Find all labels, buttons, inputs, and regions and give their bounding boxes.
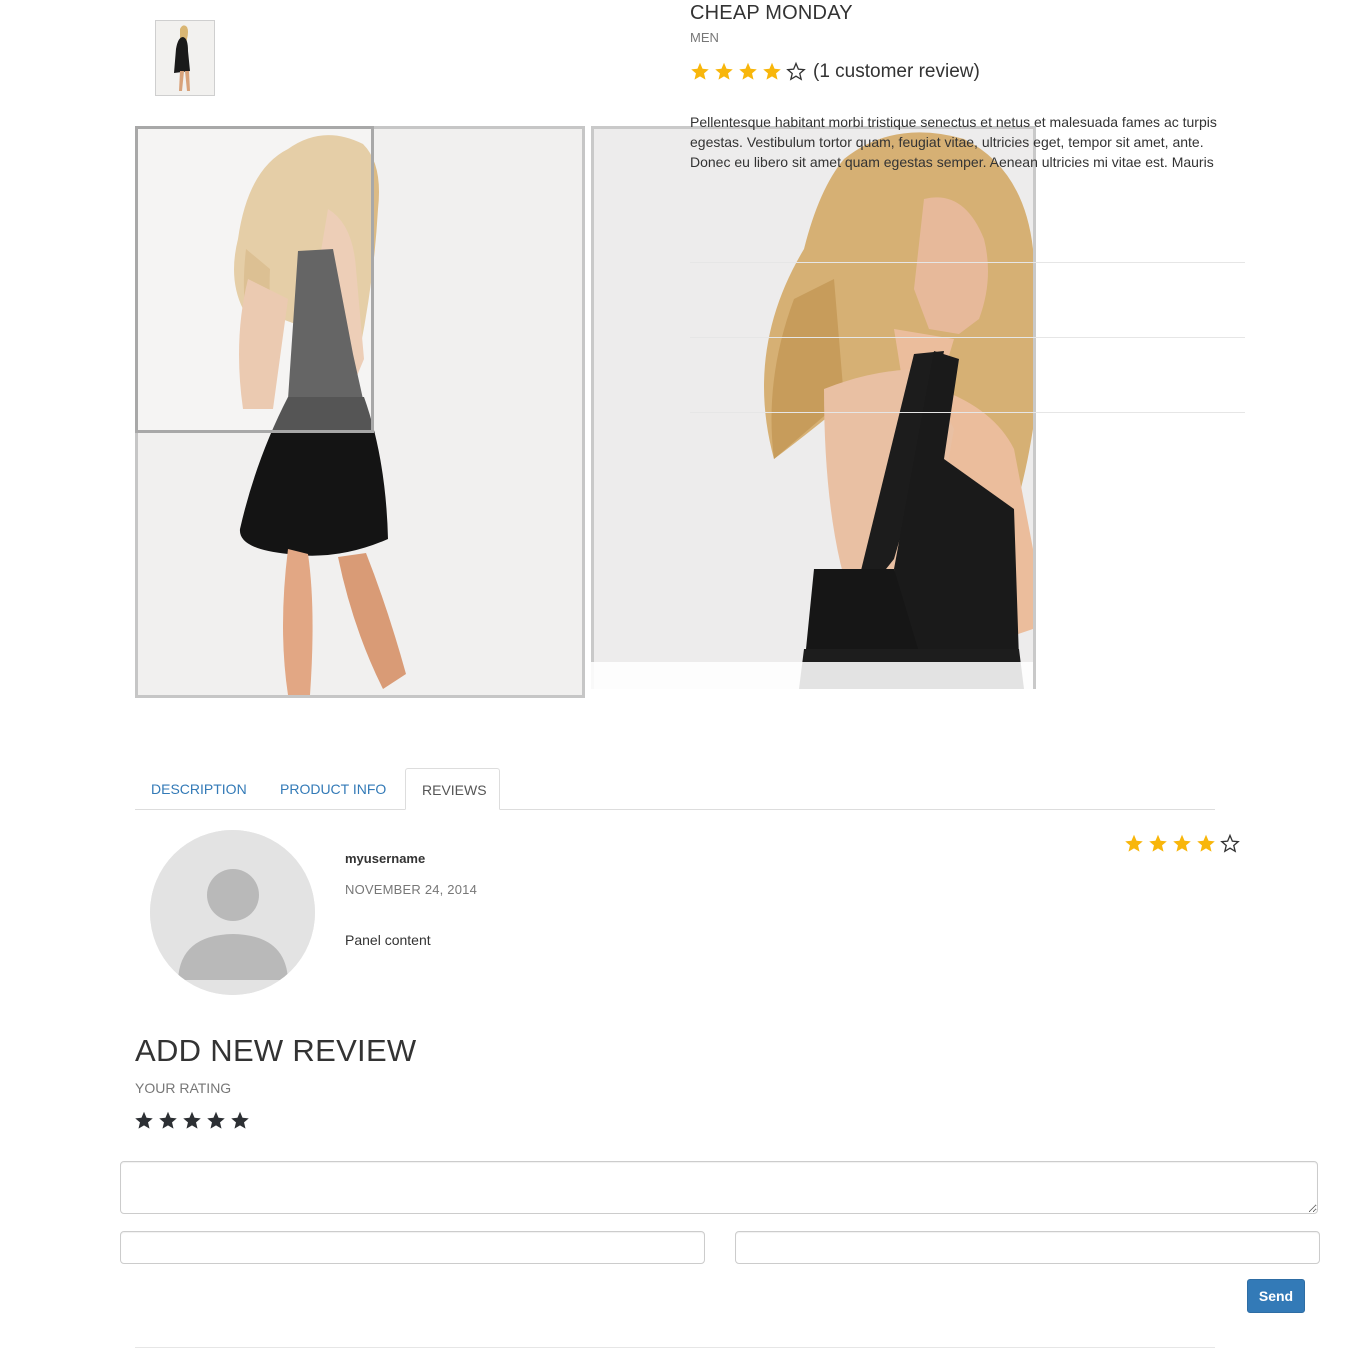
star-filled-icon	[1195, 833, 1219, 855]
star-filled-icon	[1147, 833, 1171, 855]
review-rating	[1123, 833, 1243, 855]
tab-reviews[interactable]: REVIEWS	[405, 768, 500, 810]
product-brand: CHEAP MONDAY	[690, 2, 853, 24]
review-author: myusername	[345, 851, 426, 866]
zoom-lens[interactable]	[135, 126, 374, 433]
send-button[interactable]: Send	[1247, 1279, 1305, 1313]
rating-star-2-icon[interactable]	[157, 1110, 181, 1132]
divider	[135, 1347, 1215, 1348]
product-category[interactable]: MEN	[690, 30, 719, 45]
zoom-view-fade	[591, 662, 1033, 689]
divider	[690, 412, 1245, 413]
review-body: Panel content	[345, 932, 431, 948]
star-filled-icon	[1171, 833, 1195, 855]
divider	[690, 262, 1245, 263]
reviewer-name-input[interactable]	[120, 1231, 705, 1264]
review-count-link[interactable]: (1 customer review)	[813, 61, 980, 83]
rating-input	[133, 1110, 253, 1132]
reviewer-email-input[interactable]	[735, 1231, 1320, 1264]
product-tabs: DESCRIPTION PRODUCT INFO REVIEWS	[135, 768, 1215, 810]
review-date: NOVEMBER 24, 2014	[345, 882, 478, 897]
rating-star-3-icon[interactable]	[181, 1110, 205, 1132]
product-zoom-view	[591, 126, 1036, 689]
product-rating: (1 customer review)	[689, 60, 980, 84]
thumbnail-image	[156, 21, 214, 95]
star-filled-icon	[761, 61, 785, 83]
product-short-description: Pellentesque habitant morbi tristique se…	[690, 114, 1217, 170]
star-filled-icon	[737, 61, 761, 83]
zoomed-model-photo	[594, 129, 1033, 689]
add-review-title: ADD NEW REVIEW	[135, 1033, 417, 1068]
review-comment-input[interactable]	[120, 1161, 1318, 1214]
tab-product-info[interactable]: PRODUCT INFO	[264, 768, 405, 808]
star-empty-icon	[785, 61, 809, 83]
tab-description[interactable]: DESCRIPTION	[135, 768, 263, 808]
star-filled-icon	[713, 61, 737, 83]
rating-star-5-icon[interactable]	[229, 1110, 253, 1132]
divider	[690, 337, 1245, 338]
star-empty-icon	[1219, 833, 1243, 855]
rating-star-1-icon[interactable]	[133, 1110, 157, 1132]
star-filled-icon	[689, 61, 713, 83]
rating-star-4-icon[interactable]	[205, 1110, 229, 1132]
product-thumbnail[interactable]	[155, 20, 215, 96]
avatar	[150, 830, 315, 995]
star-filled-icon	[1123, 833, 1147, 855]
user-placeholder-icon	[150, 830, 315, 995]
rating-label: YOUR RATING	[135, 1080, 232, 1096]
